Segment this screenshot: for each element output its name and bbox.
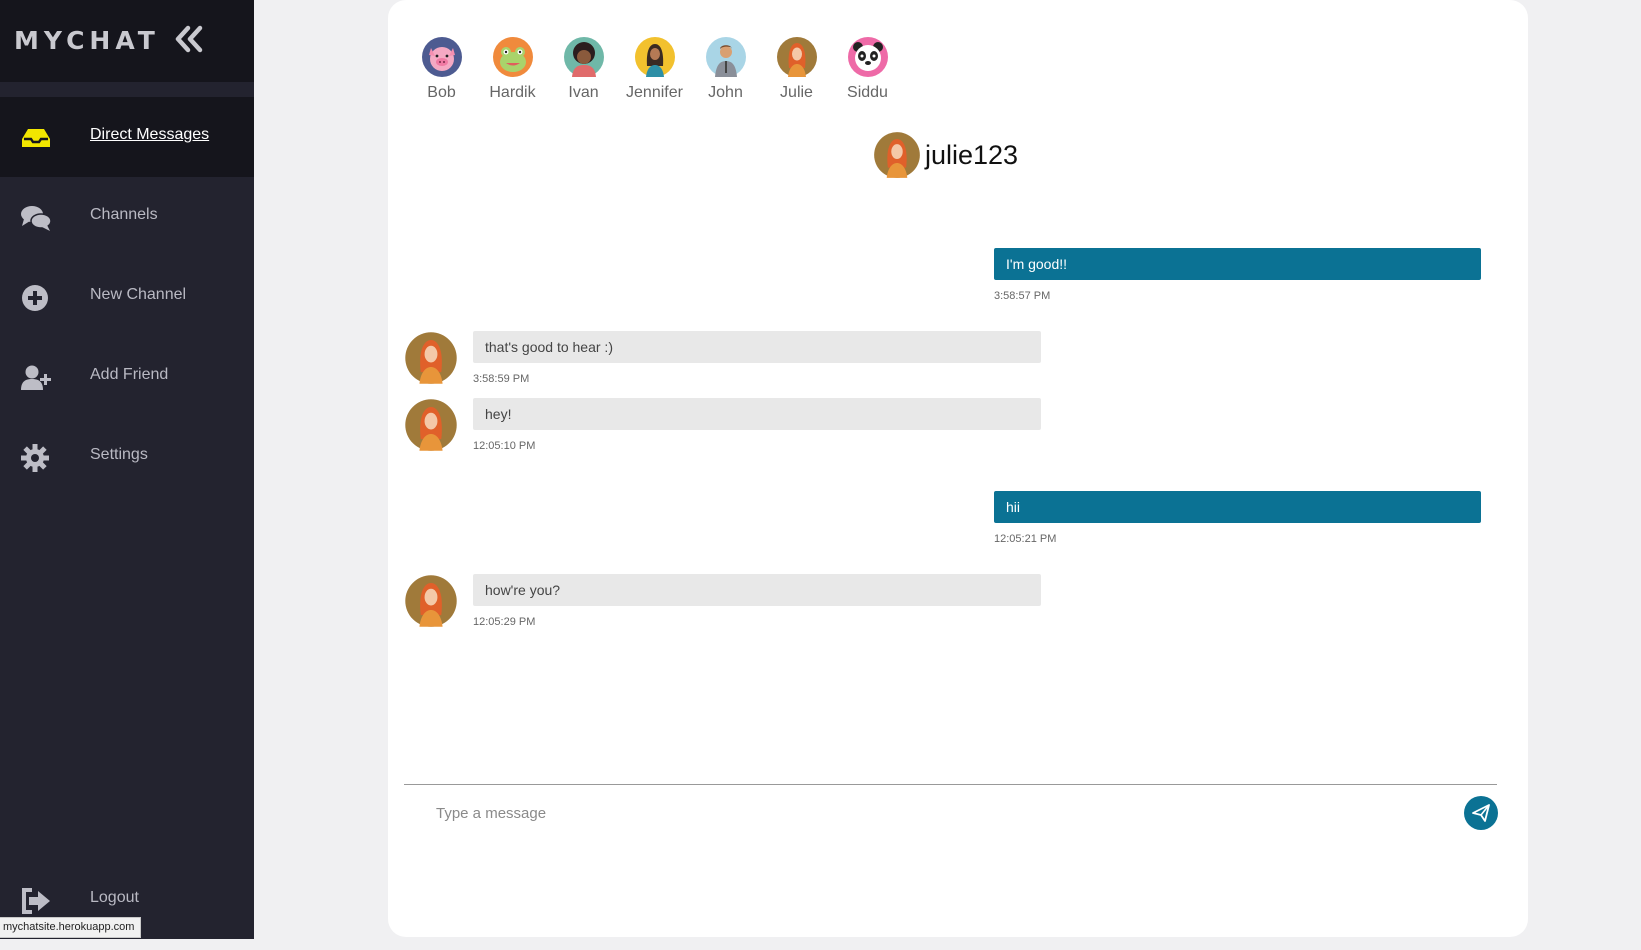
message-bubble-outgoing: hii: [994, 491, 1481, 523]
man-avatar-icon: [705, 37, 746, 77]
sidebar: MYCHAT Direct Messages Channels New Chan…: [0, 0, 254, 939]
app-logo-text: MYCHAT: [14, 26, 160, 55]
plus-circle-icon: [20, 283, 52, 313]
message-time: 3:58:57 PM: [994, 290, 1051, 302]
message-bubble-incoming: that's good to hear :): [473, 331, 1041, 363]
sender-avatar: [405, 332, 457, 384]
friends-list: Bob Hardik Ivan Jennifer John Julie Sidd…: [406, 36, 903, 108]
frog-avatar-icon: [492, 37, 533, 77]
chat-panel: Bob Hardik Ivan Jennifer John Julie Sidd…: [388, 0, 1528, 937]
user-plus-icon: [20, 363, 52, 393]
message-time: 12:05:21 PM: [994, 533, 1057, 545]
message-bubble-incoming: hey!: [473, 398, 1041, 430]
composer-divider: [404, 784, 1497, 785]
friend-hardik[interactable]: Hardik: [477, 36, 548, 108]
friend-siddu[interactable]: Siddu: [832, 36, 903, 108]
sender-avatar: [405, 399, 457, 451]
collapse-sidebar-icon[interactable]: [174, 22, 204, 56]
logout-label: Logout: [90, 889, 139, 906]
sidebar-item-label: Channels: [90, 206, 158, 223]
status-bar-url: mychatsite.herokuapp.com: [0, 917, 142, 938]
sidebar-item-settings[interactable]: Settings: [0, 417, 254, 497]
brand-bar: MYCHAT: [0, 0, 254, 82]
message-bubble-outgoing: I'm good!!: [994, 248, 1481, 280]
sidebar-item-label: Add Friend: [90, 366, 169, 383]
friend-julie[interactable]: Julie: [761, 36, 832, 108]
sidebar-item-add-friend[interactable]: Add Friend: [0, 337, 254, 417]
inbox-icon: [20, 123, 52, 153]
chat-title: julie123: [925, 139, 1019, 170]
sidebar-item-new-channel[interactable]: New Channel: [0, 257, 254, 337]
sender-avatar: [405, 575, 457, 627]
person-avatar-icon: [563, 37, 604, 77]
sidebar-item-label: New Channel: [90, 286, 187, 303]
panda-avatar-icon: [847, 37, 888, 77]
friend-jennifer[interactable]: Jennifer: [619, 36, 690, 108]
comments-icon: [20, 203, 52, 233]
send-button[interactable]: [1464, 796, 1498, 830]
friend-name: Bob: [427, 84, 456, 101]
message-bubble-incoming: how're you?: [473, 574, 1041, 606]
friend-name: Ivan: [568, 84, 599, 101]
chat-partner-avatar: [874, 132, 920, 178]
sidebar-item-channels[interactable]: Channels: [0, 177, 254, 257]
friend-name: Hardik: [489, 84, 536, 101]
gear-icon: [20, 443, 52, 473]
sidebar-item-label: Direct Messages: [90, 126, 210, 143]
pig-avatar-icon: [421, 37, 462, 77]
sidebar-item-label: Settings: [90, 446, 148, 463]
friend-john[interactable]: John: [690, 36, 761, 108]
woman-avatar-icon: [634, 37, 675, 77]
friend-name: Siddu: [847, 84, 888, 101]
message-time: 3:58:59 PM: [473, 373, 530, 385]
message-input[interactable]: [434, 798, 1438, 828]
woman-redhair-avatar-icon: [776, 37, 817, 77]
friend-name: Jennifer: [626, 84, 683, 101]
friend-bob[interactable]: Bob: [406, 36, 477, 108]
logout-icon: [20, 886, 52, 916]
friend-name: Julie: [780, 84, 813, 101]
message-time: 12:05:29 PM: [473, 616, 536, 628]
friend-ivan[interactable]: Ivan: [548, 36, 619, 108]
chat-header: julie123: [873, 131, 1018, 179]
sidebar-item-direct-messages[interactable]: Direct Messages: [0, 97, 254, 177]
sidebar-item-logout[interactable]: Logout: [0, 870, 254, 950]
friend-name: John: [708, 84, 743, 101]
paper-plane-icon: [1472, 804, 1490, 822]
message-time: 12:05:10 PM: [473, 440, 536, 452]
